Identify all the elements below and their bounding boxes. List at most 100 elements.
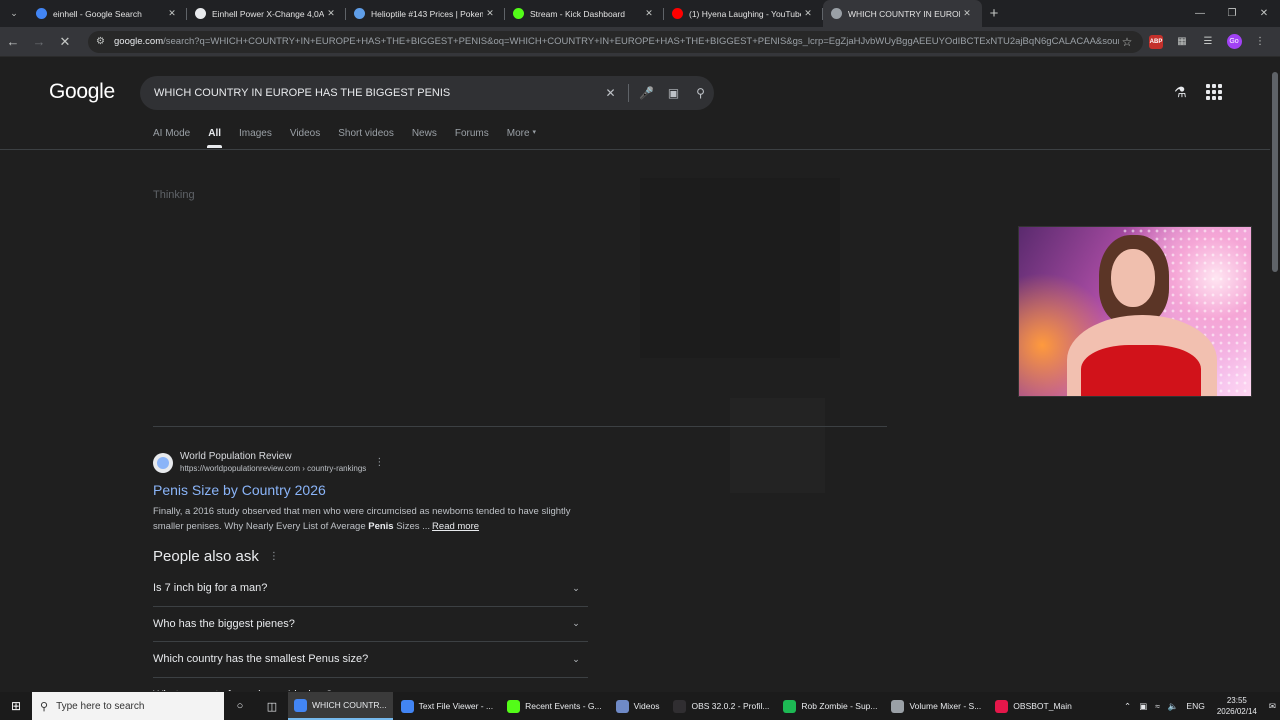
taskbar-app[interactable]: OBS 32.0.2 - Profil... [667, 692, 775, 720]
tray-network-icon[interactable]: ▣ [1139, 701, 1147, 712]
back-icon[interactable]: ← [0, 34, 26, 49]
taskbar-app[interactable]: OBSBOT_Main [989, 692, 1078, 720]
browser-tab-strip: ⌄ einhell - Google Search ✕ Einhell Power … [0, 0, 1280, 27]
close-tab-icon[interactable]: ✕ [483, 8, 497, 19]
tray-wifi-icon[interactable]: ≈ [1155, 701, 1160, 711]
lens-icon[interactable]: ▣ [660, 86, 687, 100]
chevron-down-icon[interactable]: ⌄ [564, 689, 588, 691]
more-caret-icon[interactable]: ▾ [533, 128, 537, 139]
search-nav-tabs: AI Mode All Images Videos Short videos News Fo… [153, 128, 554, 148]
close-tab-icon[interactable]: ✕ [165, 8, 179, 19]
tab-search-icon[interactable]: ⌄ [0, 0, 28, 27]
nav-tab-all[interactable]: All [207, 128, 222, 148]
site-info-icon[interactable]: ⚙ [96, 36, 110, 47]
taskbar-app[interactable]: Recent Events - G... [501, 692, 608, 720]
address-bar[interactable]: ⚙ google.com/search?q=WHICH+COUNTRY+IN+E… [88, 30, 1143, 53]
tray-volume-icon[interactable]: 🔈 [1168, 701, 1179, 712]
close-tab-icon[interactable]: ✕ [642, 8, 656, 19]
result-title-link[interactable]: Penis Size by Country 2026 [153, 482, 593, 498]
close-tab-icon[interactable]: ✕ [801, 8, 815, 19]
kick-icon [513, 8, 524, 19]
new-tab-button[interactable]: + [982, 5, 1006, 22]
bookmark-star-icon[interactable]: ☆ [1119, 35, 1135, 49]
tab-title: WHICH COUNTRY IN EUROPE [848, 8, 960, 19]
stop-loading-icon[interactable]: ✕ [52, 34, 78, 50]
clock-time: 23:55 [1226, 696, 1247, 705]
browser-tab[interactable]: (1) Hyena Laughing - YouTube ✕ [664, 0, 823, 27]
paa-question[interactable]: What percent of men have 4 inches?⌄ [153, 678, 588, 691]
media-control-icon[interactable]: ☰ [1195, 36, 1221, 47]
microphone-icon[interactable]: 🎤 [633, 86, 660, 100]
nav-tab-short-videos[interactable]: Short videos [338, 128, 394, 139]
windows-taskbar: ⊞ ⚲ Type here to search ○ ◫ WHICH COUNTR… [0, 692, 1280, 720]
browser-toolbar: ← → ✕ ⚙ google.com/search?q=WHICH+COUNTR… [0, 27, 1280, 57]
paa-question[interactable]: Is 7 inch big for a man? ⌄ [153, 571, 588, 607]
folder-icon [615, 699, 629, 713]
paa-question[interactable]: Who has the biggest pienes? ⌄ [153, 607, 588, 642]
taskbar-app[interactable]: Videos [610, 692, 666, 720]
search-icon[interactable]: ⚲ [687, 86, 714, 100]
cortana-icon[interactable]: ○ [224, 700, 256, 712]
taskbar-app[interactable]: Text File Viewer - ... [395, 692, 499, 720]
obs-icon [673, 699, 687, 713]
nav-tab-videos[interactable]: Videos [290, 128, 320, 139]
nav-tab-ai-mode[interactable]: AI Mode [153, 128, 190, 139]
taskbar-app[interactable]: Rob Zombie - Sup... [777, 692, 883, 720]
chevron-down-icon[interactable]: ⌄ [564, 583, 588, 594]
taskbar-search[interactable]: ⚲ Type here to search [32, 692, 224, 720]
chevron-down-icon[interactable]: ⌄ [564, 618, 588, 629]
obsbot-icon [995, 699, 1009, 713]
windows-start-icon[interactable]: ⊞ [0, 699, 32, 713]
result-source[interactable]: World Population Review https://worldpop… [153, 451, 593, 474]
taskbar-app[interactable]: Volume Mixer - S... [885, 692, 987, 720]
paa-question-text: Which country has the smallest Penus siz… [153, 653, 369, 666]
tab-title: Stream - Kick Dashboard [530, 8, 625, 19]
search-query[interactable]: WHICH COUNTRY IN EUROPE HAS THE BIGGEST … [154, 87, 597, 99]
page-scrollbar[interactable] [1270, 58, 1280, 692]
nav-divider [0, 149, 1270, 150]
tab-title: Einhell Power X-Change 4,0Ah [212, 8, 324, 19]
profile-avatar[interactable]: Go [1221, 34, 1247, 49]
paa-more-icon[interactable]: ⋮ [269, 551, 279, 562]
scrollbar-thumb[interactable] [1272, 72, 1278, 272]
browser-tab[interactable]: Einhell Power X-Change 4,0Ah ✕ [187, 0, 346, 27]
forward-icon[interactable]: → [26, 34, 52, 49]
read-more-link[interactable]: Read more [432, 521, 479, 532]
task-view-icon[interactable]: ◫ [256, 700, 288, 713]
ai-overview-divider [153, 426, 887, 427]
paa-list: Is 7 inch big for a man? ⌄ Who has the big… [153, 565, 588, 691]
result-more-icon[interactable]: ⋮ [374, 457, 384, 468]
tray-chevron-icon[interactable]: ⌃ [1124, 701, 1131, 712]
restore-icon[interactable]: ❐ [1216, 8, 1248, 19]
notification-icon[interactable]: ✉ [1269, 701, 1276, 712]
nav-tab-news[interactable]: News [412, 128, 437, 139]
adblock-extension[interactable]: ABP [1143, 34, 1169, 49]
labs-flask-icon[interactable]: ⚗ [1174, 84, 1187, 101]
google-apps-icon[interactable] [1206, 84, 1222, 100]
clear-icon[interactable]: ✕ [597, 86, 624, 100]
tab-title: einhell - Google Search [53, 8, 142, 19]
chrome-menu-icon[interactable]: ⋮ [1247, 36, 1273, 47]
extensions-puzzle-icon[interactable]: ▦ [1169, 36, 1195, 47]
people-also-ask: People also ask ⋮ Is 7 inch big for a man… [153, 548, 588, 691]
browser-tab[interactable]: Helioptile #143 Prices | Pokemo ✕ [346, 0, 505, 27]
close-tab-icon[interactable]: ✕ [960, 8, 974, 19]
chevron-down-icon[interactable]: ⌄ [564, 654, 588, 665]
browser-tab[interactable]: einhell - Google Search ✕ [28, 0, 187, 27]
close-window-icon[interactable]: ✕ [1248, 8, 1280, 19]
google-logo[interactable]: Google [49, 80, 115, 104]
taskbar-app[interactable]: WHICH COUNTR... [288, 692, 393, 720]
nav-tab-images[interactable]: Images [239, 128, 272, 139]
clock[interactable]: 23:55 2026/02/14 [1217, 695, 1257, 717]
taskbar-app-label: Recent Events - G... [525, 701, 602, 711]
nav-tab-forums[interactable]: Forums [455, 128, 489, 139]
search-icon: ⚲ [40, 700, 49, 713]
browser-tab[interactable]: WHICH COUNTRY IN EUROPE ✕ [823, 0, 982, 27]
close-tab-icon[interactable]: ✕ [324, 8, 338, 19]
minimize-icon[interactable]: — [1184, 8, 1216, 19]
paa-question[interactable]: Which country has the smallest Penus siz… [153, 642, 588, 678]
search-box[interactable]: WHICH COUNTRY IN EUROPE HAS THE BIGGEST … [140, 76, 714, 110]
browser-tab[interactable]: Stream - Kick Dashboard ✕ [505, 0, 664, 27]
language-indicator[interactable]: ENG [1186, 701, 1204, 711]
nav-tab-more[interactable]: More [507, 128, 530, 139]
